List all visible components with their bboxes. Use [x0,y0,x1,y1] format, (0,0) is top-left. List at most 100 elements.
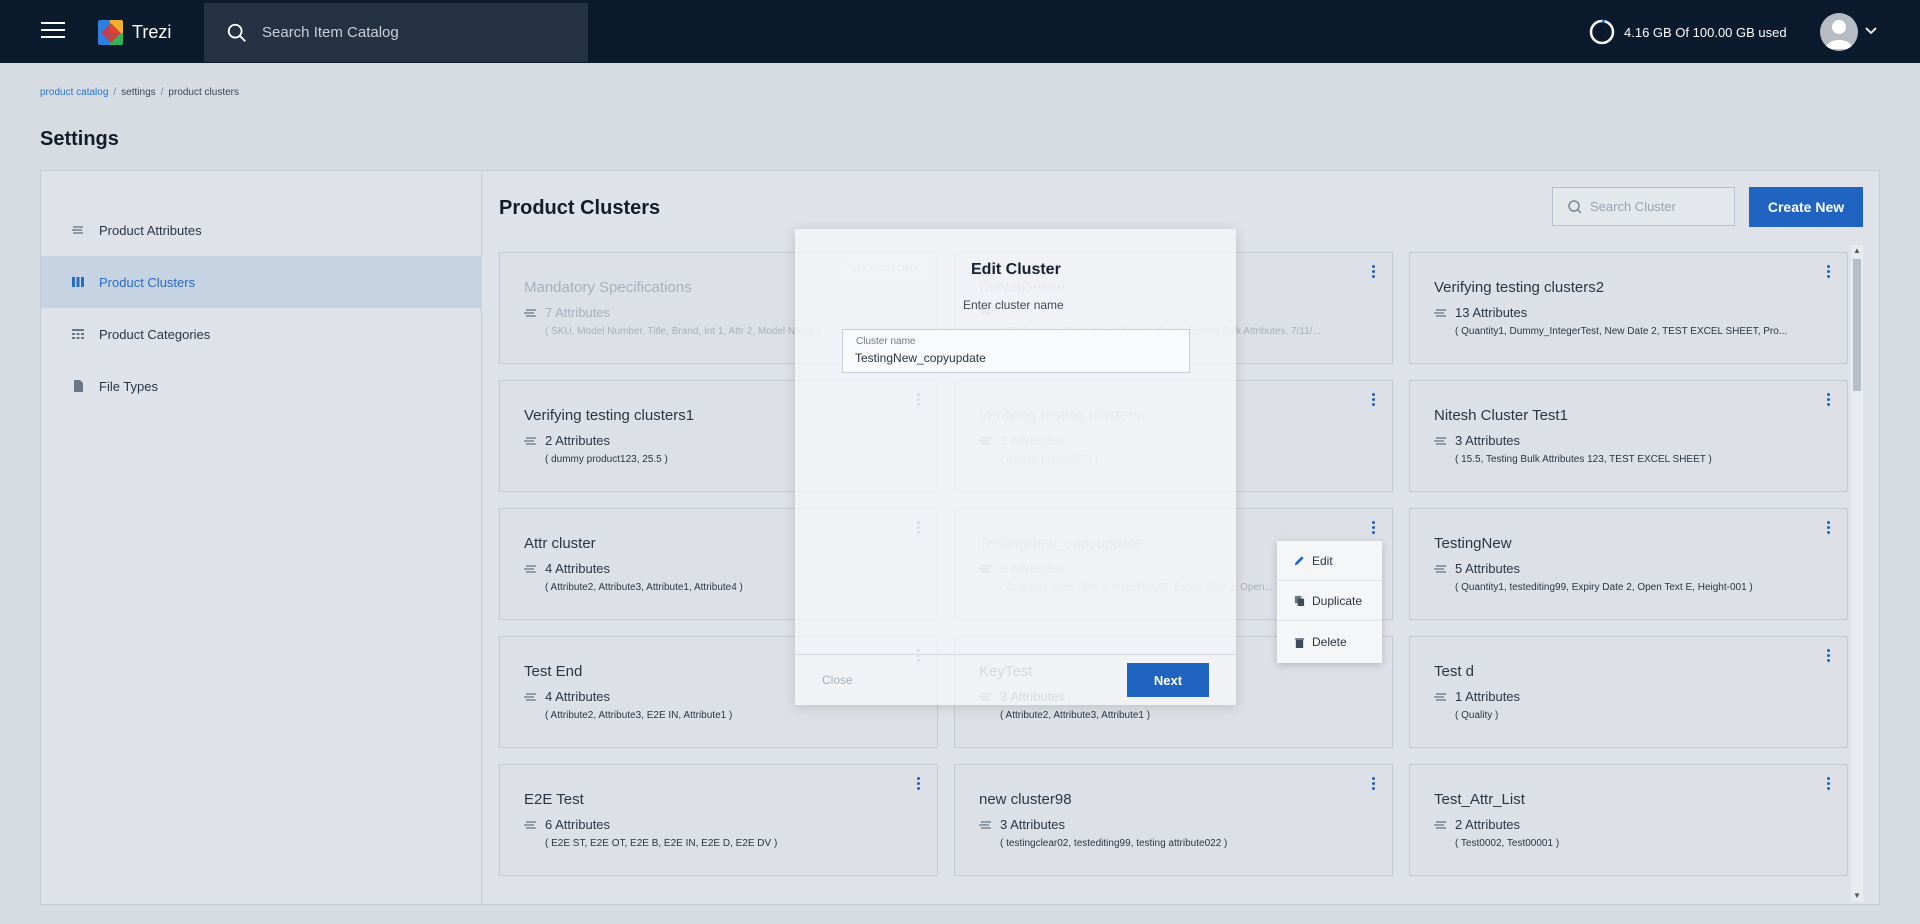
cluster-search-input[interactable] [1590,199,1730,214]
attributes-icon [72,226,83,234]
cluster-name: new cluster98 [979,791,1072,808]
sidebar-item-label: Product Attributes [99,222,202,238]
sidebar-item-product-attributes[interactable]: Product Attributes [41,204,482,256]
chevron-down-icon[interactable] [1864,24,1878,38]
attribute-count-text: 3 Attributes [1000,817,1066,832]
kebab-menu-icon[interactable] [917,777,921,791]
hamburger-menu-icon[interactable] [41,22,65,40]
attribute-count: 6 Attributes [524,817,610,832]
attribute-count-text: 4 Attributes [545,561,611,576]
catalog-search-input[interactable] [262,24,562,41]
attribute-count: 4 Attributes [524,689,610,704]
attribute-list: ( Quality ) [1455,710,1499,721]
sidebar-item-label: Product Categories [99,326,211,342]
kebab-menu-icon[interactable] [1372,393,1376,407]
kebab-menu-icon[interactable] [1827,265,1831,279]
cluster-card[interactable]: Test d 1 Attributes ( Quality ) [1409,636,1848,748]
menu-item-label: Delete [1312,635,1347,649]
attributes-icon [1434,692,1446,701]
modal-divider [795,654,1236,655]
close-button[interactable]: Close [822,673,853,687]
menu-item-delete[interactable]: Delete [1277,622,1382,662]
cluster-name: Test d [1434,663,1475,680]
duplicate-icon [1294,595,1305,606]
cluster-name: E2E Test [524,791,584,808]
modal-subtitle: Enter cluster name [963,298,1064,312]
attribute-count: 5 Attributes [1434,561,1520,576]
attributes-icon [524,820,536,829]
attributes-icon [1434,564,1446,573]
attribute-list: ( Quantity1, Dummy_IntegerTest, New Date… [1455,326,1788,337]
next-button[interactable]: Next [1127,663,1209,697]
user-avatar[interactable] [1820,13,1858,51]
breadcrumb-settings[interactable]: settings [121,87,155,98]
kebab-menu-icon[interactable] [1827,521,1831,535]
cluster-name-input[interactable] [855,351,1175,365]
cluster-card[interactable]: new cluster98 3 Attributes ( testingclear0… [954,764,1393,876]
app-logo[interactable]: Trezi [98,20,171,45]
cluster-name: Nitesh Cluster Test1 [1434,407,1568,424]
attribute-count-text: 6 Attributes [545,817,611,832]
clusters-icon [72,277,84,287]
sidebar-item-file-types[interactable]: File Types [41,360,482,412]
attribute-list: ( dummy product123, 25.5 ) [545,454,668,465]
cluster-card[interactable]: TestingNew 5 Attributes ( Quantity1, teste… [1409,508,1848,620]
search-icon [1568,199,1582,214]
attribute-count: 13 Attributes [1434,305,1527,320]
breadcrumb: product catalog / settings / product cluster… [40,87,240,98]
content-title: Product Clusters [499,197,661,219]
cluster-context-menu: Edit Duplicate Delete [1277,541,1382,663]
kebab-menu-icon[interactable] [1827,777,1831,791]
modal-title: Edit Cluster [971,261,1061,278]
cluster-name-label: Cluster name [856,336,916,347]
scrollbar[interactable]: ▲ ▼ [1851,245,1863,902]
sidebar-item-product-categories[interactable]: Product Categories [41,308,482,360]
attributes-icon [1434,436,1446,445]
catalog-search[interactable] [204,3,588,62]
attribute-list: ( Attribute2, Attribute3, E2E IN, Attrib… [545,710,733,721]
storage-text: 4.16 GB Of 100.00 GB used [1624,24,1787,40]
attributes-icon [979,820,991,829]
cluster-name: Attr cluster [524,535,596,552]
attribute-count-text: 13 Attributes [1455,305,1528,320]
cluster-search[interactable] [1552,187,1735,226]
scroll-up-arrow-icon[interactable]: ▲ [1853,247,1861,255]
kebab-menu-icon[interactable] [1827,393,1831,407]
settings-sidebar: Product Attributes Product Clusters Prod… [41,171,482,904]
file-icon [74,380,83,392]
kebab-menu-icon[interactable] [1372,777,1376,791]
breadcrumb-product-catalog[interactable]: product catalog [40,87,108,98]
attribute-list: ( Test0002, Test00001 ) [1455,838,1560,849]
scroll-down-arrow-icon[interactable]: ▼ [1853,892,1861,900]
menu-item-duplicate[interactable]: Duplicate [1277,581,1382,621]
attribute-count: 3 Attributes [979,817,1065,832]
attribute-list: ( 15.5, Testing Bulk Attributes 123, TES… [1455,454,1712,465]
attribute-count-text: 2 Attributes [545,433,611,448]
create-new-button[interactable]: Create New [1749,187,1863,227]
attributes-icon [1434,308,1446,317]
attribute-count: 1 Attributes [1434,689,1520,704]
sidebar-item-product-clusters[interactable]: Product Clusters [41,256,482,308]
attribute-count-text: 3 Attributes [1455,433,1521,448]
storage-ring-icon [1589,19,1615,45]
cluster-card[interactable]: Test_Attr_List 2 Attributes ( Test0002, Te… [1409,764,1848,876]
attribute-list: ( Quantity1, testediting99, Expiry Date … [1455,582,1753,593]
sidebar-item-label: Product Clusters [99,274,196,290]
kebab-menu-icon[interactable] [1372,265,1376,279]
cluster-name: Verifying testing clusters1 [524,407,695,424]
cluster-card[interactable]: Verifying testing clusters2 13 Attributes… [1409,252,1848,364]
attribute-count-text: 5 Attributes [1455,561,1521,576]
cluster-card[interactable]: E2E Test 6 Attributes ( E2E ST, E2E OT, E2… [499,764,938,876]
kebab-menu-icon[interactable] [1372,521,1376,535]
attribute-count-text: 1 Attributes [1455,689,1521,704]
user-icon [1825,20,1853,49]
attributes-icon [1434,820,1446,829]
kebab-menu-icon[interactable] [1827,649,1831,663]
attribute-count: 3 Attributes [1434,433,1520,448]
attribute-list: ( SKU, Model Number, Title, Brand, Int 1… [545,326,821,337]
app-name: Trezi [132,22,172,42]
scroll-thumb[interactable] [1853,259,1861,391]
menu-item-edit[interactable]: Edit [1277,541,1382,581]
cluster-name-field[interactable]: Cluster name [842,329,1190,373]
cluster-card[interactable]: Nitesh Cluster Test1 3 Attributes ( 15.5, … [1409,380,1848,492]
